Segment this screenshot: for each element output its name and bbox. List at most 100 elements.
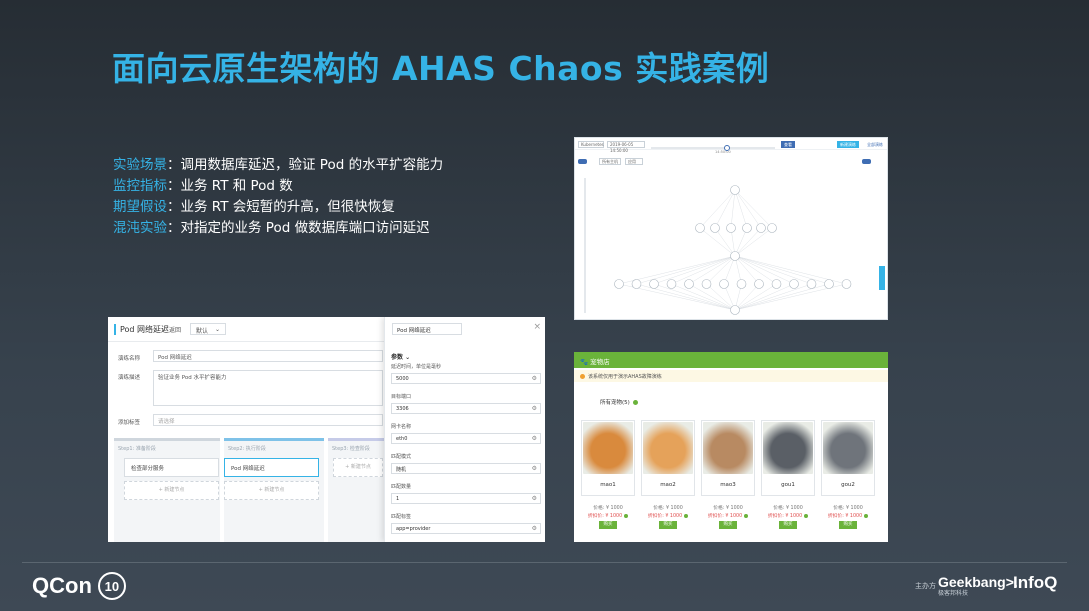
- topology-node[interactable]: [701, 279, 712, 289]
- back-button[interactable]: ← 返回: [162, 325, 181, 334]
- step1-column: Step1: 准备阶段 检查部分服务 + 新建节点: [114, 438, 220, 542]
- tag-select[interactable]: 请选择: [153, 414, 383, 426]
- param-input[interactable]: 1 ⚙: [391, 493, 541, 504]
- bullet-key: 实验场景: [113, 157, 167, 173]
- pet-card[interactable]: mao2: [641, 420, 695, 496]
- topology-node[interactable]: [756, 223, 766, 233]
- step2-title: Step2: 执行阶段: [228, 446, 266, 452]
- param-label: 目标端口: [391, 394, 412, 400]
- param-input[interactable]: eth0 ⚙: [391, 433, 541, 444]
- gear-icon[interactable]: ⚙: [532, 465, 537, 472]
- param-side-panel: Pod 网络延迟 × 参数 ⌄ 延迟时间，单位是毫秒 5000 ⚙ 目标端口 3306 ⚙…: [384, 317, 545, 542]
- topology-edge: [734, 255, 795, 285]
- pet-card[interactable]: mao1: [581, 420, 635, 496]
- topology-node[interactable]: [631, 279, 642, 289]
- topology-node[interactable]: [730, 251, 740, 261]
- topology-node[interactable]: [666, 279, 677, 289]
- topology-node[interactable]: [710, 223, 720, 233]
- mode-select[interactable]: 默认 ⌄: [190, 323, 226, 335]
- topology-node[interactable]: [789, 279, 799, 289]
- pet-photo: [703, 422, 753, 474]
- param-input[interactable]: 5000 ⚙: [391, 373, 541, 384]
- bullet-key: 期望假设: [113, 199, 167, 215]
- topology-screenshot: Kubernetes 2019-06-05 14:50:00 查看 新建演练 全…: [574, 137, 888, 320]
- param-value: 随机: [396, 467, 407, 473]
- param-value: 5000: [396, 376, 409, 382]
- params-label: 参数: [391, 354, 404, 361]
- topology-edge: [734, 189, 762, 229]
- step1-add-node[interactable]: + 新建节点: [124, 481, 219, 500]
- topology-edge: [734, 189, 748, 229]
- topology-node[interactable]: [771, 279, 782, 289]
- param-label: 延迟时间，单位是毫秒: [391, 364, 442, 370]
- panel-title-input[interactable]: Pod 网络延迟: [392, 323, 462, 335]
- param-input[interactable]: app=provider ⚙: [391, 523, 541, 534]
- desc-label: 演练描述: [118, 375, 141, 381]
- topology-node[interactable]: [730, 185, 740, 195]
- topology-node[interactable]: [614, 279, 624, 289]
- buy-button[interactable]: 购买: [719, 521, 737, 529]
- topology-node[interactable]: [730, 305, 740, 315]
- buy-button[interactable]: 购买: [839, 521, 857, 529]
- step3-add-node[interactable]: + 新建节点: [333, 458, 383, 477]
- close-icon[interactable]: ×: [533, 322, 541, 332]
- topology-node[interactable]: [742, 223, 752, 233]
- topology-node[interactable]: [649, 279, 659, 289]
- topology-edge: [699, 189, 736, 229]
- pet-store-screenshot: 🐾 宠物店 该系统仅用于演示AHAS故障演练 所有宠物(5) mao1 价格: ¥…: [574, 352, 888, 542]
- topology-node[interactable]: [806, 279, 817, 289]
- topology-node[interactable]: [754, 279, 764, 289]
- status-dot-icon: [804, 513, 809, 518]
- topology-node[interactable]: [684, 279, 694, 289]
- step2-card[interactable]: Pod 网络延迟: [224, 458, 319, 477]
- status-dot-icon: [632, 400, 638, 405]
- gear-icon[interactable]: ⚙: [532, 435, 537, 442]
- pet-card[interactable]: gou2: [821, 420, 875, 496]
- buy-button[interactable]: 购买: [659, 521, 677, 529]
- gear-icon[interactable]: ⚙: [532, 525, 537, 532]
- step2-add-node[interactable]: + 新建节点: [224, 481, 319, 500]
- chevron-down-icon: ⌄: [214, 326, 220, 333]
- topology-edge: [730, 189, 736, 229]
- name-label: 演练名称: [118, 356, 141, 362]
- pet-price: 价格: ¥ 1000: [593, 506, 623, 511]
- param-value: 1: [396, 496, 400, 502]
- status-dot-icon: [624, 513, 629, 518]
- bullet-key: 混沌实验: [113, 220, 167, 236]
- all-pets-label: 所有宠物(5): [600, 400, 630, 406]
- name-input[interactable]: Pod 网络延迟: [153, 350, 383, 362]
- gear-icon[interactable]: ⚙: [532, 405, 537, 412]
- topology-edge: [688, 283, 736, 311]
- topology-node[interactable]: [695, 223, 705, 233]
- step1-title: Step1: 准备阶段: [118, 446, 156, 452]
- topology-node[interactable]: [726, 223, 736, 233]
- pet-card[interactable]: mao3: [701, 420, 755, 496]
- pet-card[interactable]: gou1: [761, 420, 815, 496]
- gear-icon[interactable]: ⚙: [532, 375, 537, 382]
- param-input[interactable]: 3306 ⚙: [391, 403, 541, 414]
- topology-node[interactable]: [824, 279, 834, 289]
- pet-discount-text: 折扣价: ¥ 1000: [707, 514, 743, 519]
- step1-card[interactable]: 检查部分服务: [124, 458, 219, 477]
- topology-node[interactable]: [719, 279, 729, 289]
- tag-label: 添加标签: [118, 420, 141, 426]
- gear-icon[interactable]: ⚙: [532, 495, 537, 502]
- topology-edge: [734, 255, 830, 285]
- buy-button[interactable]: 购买: [779, 521, 797, 529]
- pet-price: 价格: ¥ 1000: [833, 506, 863, 511]
- topology-edge: [734, 255, 812, 285]
- topology-node[interactable]: [767, 223, 777, 233]
- topology-node[interactable]: [736, 279, 747, 289]
- bullet-metrics: 监控指标：业务 RT 和 Pod 数: [113, 176, 443, 197]
- pet-photo: [763, 422, 813, 474]
- step3-column: Step3: 检查阶段 + 新建节点: [328, 438, 384, 542]
- topology-node[interactable]: [841, 279, 852, 289]
- back-label: 返回: [168, 327, 181, 334]
- pod-network-delay-screenshot: Pod 网络延迟 ← 返回 默认 ⌄ 演练名称 Pod 网络延迟 演练描述 验证…: [108, 317, 545, 542]
- bullet-key: 监控指标: [113, 178, 167, 194]
- topology-edge: [734, 283, 812, 311]
- param-input[interactable]: 随机 ⚙: [391, 463, 541, 474]
- desc-textarea[interactable]: 验证业务 Pod 水平扩容能力: [153, 370, 383, 406]
- geekbang-logo: Geekbang>. 极客邦科技: [938, 574, 1018, 597]
- buy-button[interactable]: 购买: [599, 521, 617, 529]
